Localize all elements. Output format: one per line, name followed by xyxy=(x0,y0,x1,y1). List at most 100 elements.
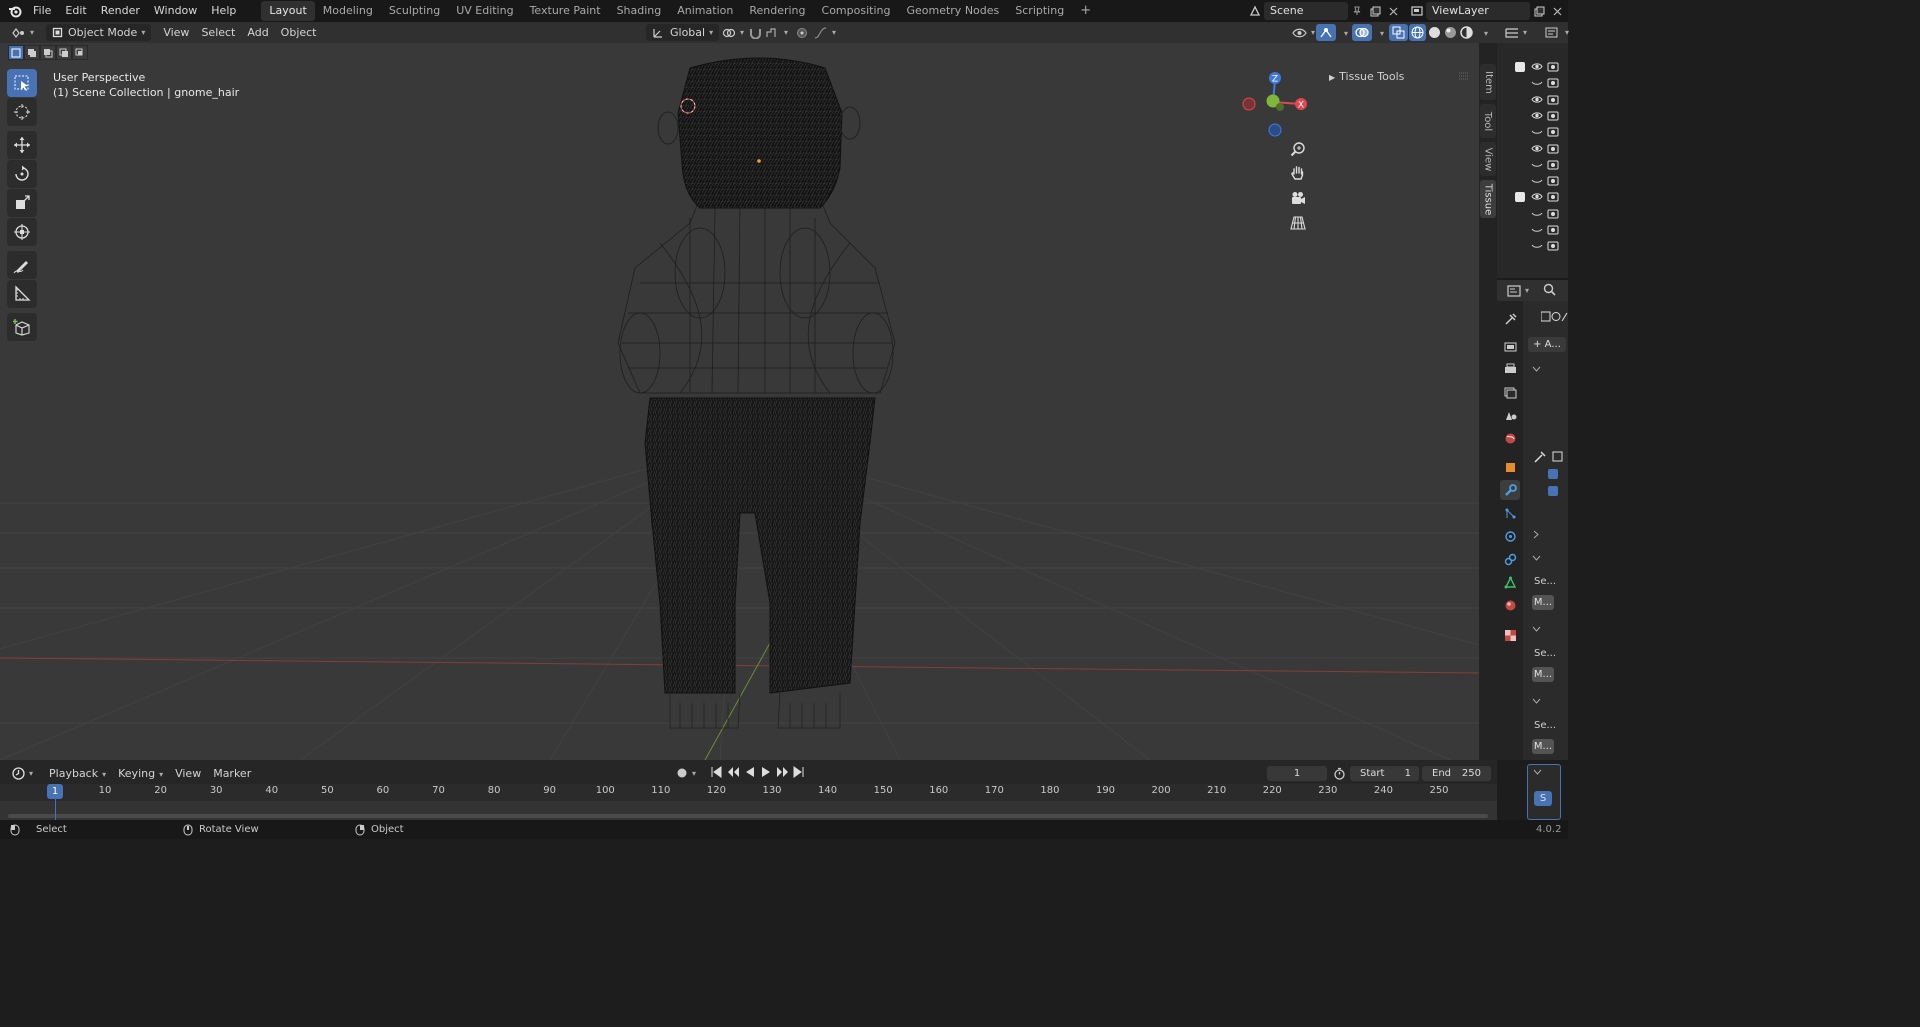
shading-wireframe-button[interactable] xyxy=(1409,24,1426,41)
visibility-eye-closed-icon[interactable] xyxy=(1531,159,1543,170)
outliner-row[interactable] xyxy=(1497,238,1568,254)
menu-edit[interactable]: Edit xyxy=(58,0,93,22)
tab-item[interactable]: Item xyxy=(1480,64,1496,100)
gizmo-dropdown[interactable]: ▾ xyxy=(1334,24,1354,41)
add-workspace-button[interactable]: + xyxy=(1072,1,1099,21)
render-camera-icon[interactable] xyxy=(1547,126,1559,137)
select-invert-button[interactable] xyxy=(56,45,72,60)
tab-uv-editing[interactable]: UV Editing xyxy=(448,1,521,21)
play-reverse-button[interactable] xyxy=(744,766,756,781)
shading-dropdown[interactable]: ▾ xyxy=(1474,24,1494,41)
properties-search-icon[interactable] xyxy=(1543,283,1556,299)
render-camera-icon[interactable] xyxy=(1547,159,1559,170)
menu-add[interactable]: Add xyxy=(241,24,274,41)
render-camera-icon[interactable] xyxy=(1547,77,1559,88)
menu-help[interactable]: Help xyxy=(204,0,243,22)
start-frame-field[interactable]: Start 1 xyxy=(1350,766,1419,781)
tab-tool[interactable]: Tool xyxy=(1480,104,1496,138)
menu-select[interactable]: Select xyxy=(195,24,241,41)
npanel-tissue-tools-header[interactable]: ▶ Tissue Tools xyxy=(1329,70,1404,83)
pan-view-button[interactable] xyxy=(1286,161,1310,185)
particles-properties-tab[interactable] xyxy=(1500,503,1520,523)
tab-tissue[interactable]: Tissue xyxy=(1480,180,1496,218)
scene-selector[interactable]: Scene xyxy=(1246,2,1402,20)
visibility-eye-icon[interactable] xyxy=(1531,110,1543,121)
outliner-editor-type-button[interactable]: ▾ xyxy=(1505,27,1527,39)
render-camera-icon[interactable] xyxy=(1547,61,1559,72)
add-modifier-button[interactable]: + A... xyxy=(1528,337,1566,352)
blender-logo-icon[interactable] xyxy=(4,0,26,22)
drag-handle-icon[interactable] xyxy=(1459,72,1469,80)
xray-toggle[interactable] xyxy=(1389,24,1408,41)
outliner-row[interactable] xyxy=(1497,189,1568,205)
view-layer-properties-tab[interactable] xyxy=(1500,382,1520,402)
perspective-toggle-button[interactable] xyxy=(1286,211,1310,235)
viewlayer-name-field[interactable]: ViewLayer xyxy=(1426,2,1530,20)
render-properties-tab[interactable] xyxy=(1500,336,1520,356)
modifier-button[interactable]: M... xyxy=(1532,667,1554,682)
timeline-ruler[interactable]: 1 10 20 30 40 50 60 70 80 90 100 110 120 130 140 150 160… xyxy=(0,784,1497,801)
editor-type-button[interactable]: ▾ xyxy=(6,24,40,41)
menu-object[interactable]: Object xyxy=(275,24,323,41)
scene-icon[interactable] xyxy=(1246,2,1264,20)
output-properties-tab[interactable] xyxy=(1500,359,1520,379)
render-camera-icon[interactable] xyxy=(1547,110,1559,121)
visibility-eye-icon[interactable] xyxy=(1531,61,1543,72)
physics-properties-tab[interactable] xyxy=(1500,526,1520,546)
eyedropper-icon[interactable] xyxy=(1533,450,1566,464)
modifier-button-active[interactable]: S xyxy=(1534,791,1552,806)
camera-view-button[interactable] xyxy=(1286,186,1310,210)
transform-orientation-dropdown[interactable]: Global ▾ xyxy=(646,24,720,41)
viewlayer-icon[interactable] xyxy=(1408,2,1426,20)
falloff-dropdown[interactable]: ▾ xyxy=(808,24,842,41)
world-properties-tab[interactable] xyxy=(1500,428,1520,448)
visibility-eye-closed-icon[interactable] xyxy=(1531,77,1543,88)
snap-target-dropdown[interactable]: ▾ xyxy=(760,24,794,41)
select-subtract-button[interactable] xyxy=(40,45,56,60)
outliner-row[interactable] xyxy=(1497,124,1568,140)
panel-collapse-icon[interactable] xyxy=(1532,366,1541,372)
timeline-editor-type-button[interactable]: ▾ xyxy=(6,765,39,782)
checkbox-enabled[interactable] xyxy=(1548,469,1558,479)
visibility-eye-closed-icon[interactable] xyxy=(1531,175,1543,186)
outliner-row[interactable] xyxy=(1497,108,1568,124)
visibility-eye-icon[interactable] xyxy=(1531,143,1543,154)
scene-name-field[interactable]: Scene xyxy=(1264,2,1348,20)
tab-layout[interactable]: Layout xyxy=(261,1,315,21)
panel-collapse-icon[interactable] xyxy=(1533,769,1542,775)
select-new-button[interactable] xyxy=(8,45,24,60)
auto-keying-toggle[interactable]: ▾ xyxy=(670,765,702,782)
jump-keyframe-forward-button[interactable] xyxy=(776,766,789,781)
outliner-row[interactable] xyxy=(1497,173,1568,189)
tab-view[interactable]: View xyxy=(1480,142,1496,176)
object-mode-dropdown[interactable]: Object Mode ▾ xyxy=(46,24,152,41)
marker-menu[interactable]: Marker xyxy=(207,765,257,782)
render-camera-icon[interactable] xyxy=(1547,240,1559,251)
current-frame-field[interactable]: 1 xyxy=(1267,766,1327,781)
tab-animation[interactable]: Animation xyxy=(669,1,741,21)
tab-sculpting[interactable]: Sculpting xyxy=(381,1,448,21)
panel-collapse-icon[interactable] xyxy=(1532,555,1541,561)
tool-properties-tab[interactable] xyxy=(1500,309,1520,329)
keying-menu[interactable]: Keying ▾ xyxy=(112,765,169,782)
outliner-row[interactable] xyxy=(1497,222,1568,238)
texture-properties-tab[interactable] xyxy=(1500,625,1520,645)
gizmo-toggle[interactable] xyxy=(1316,24,1336,41)
render-camera-icon[interactable] xyxy=(1547,224,1559,235)
tab-scripting[interactable]: Scripting xyxy=(1007,1,1072,21)
render-camera-icon[interactable] xyxy=(1547,94,1559,105)
jump-to-end-button[interactable] xyxy=(793,766,805,781)
tool-transform[interactable] xyxy=(7,218,37,246)
shading-rendered-button[interactable] xyxy=(1458,24,1475,41)
3d-viewport[interactable]: Z X User Perspective (1) Scene Collectio… xyxy=(0,43,1479,760)
visibility-eye-icon[interactable] xyxy=(1531,191,1543,202)
render-camera-icon[interactable] xyxy=(1547,191,1559,202)
tab-modeling[interactable]: Modeling xyxy=(315,1,381,21)
modifier-button[interactable]: M... xyxy=(1532,595,1554,610)
outliner-row[interactable] xyxy=(1497,75,1568,91)
visibility-eye-closed-icon[interactable] xyxy=(1531,240,1543,251)
visibility-eye-closed-icon[interactable] xyxy=(1531,208,1543,219)
scene-properties-tab[interactable] xyxy=(1500,405,1520,425)
play-button[interactable] xyxy=(760,766,772,781)
tab-geometry-nodes[interactable]: Geometry Nodes xyxy=(898,1,1007,21)
